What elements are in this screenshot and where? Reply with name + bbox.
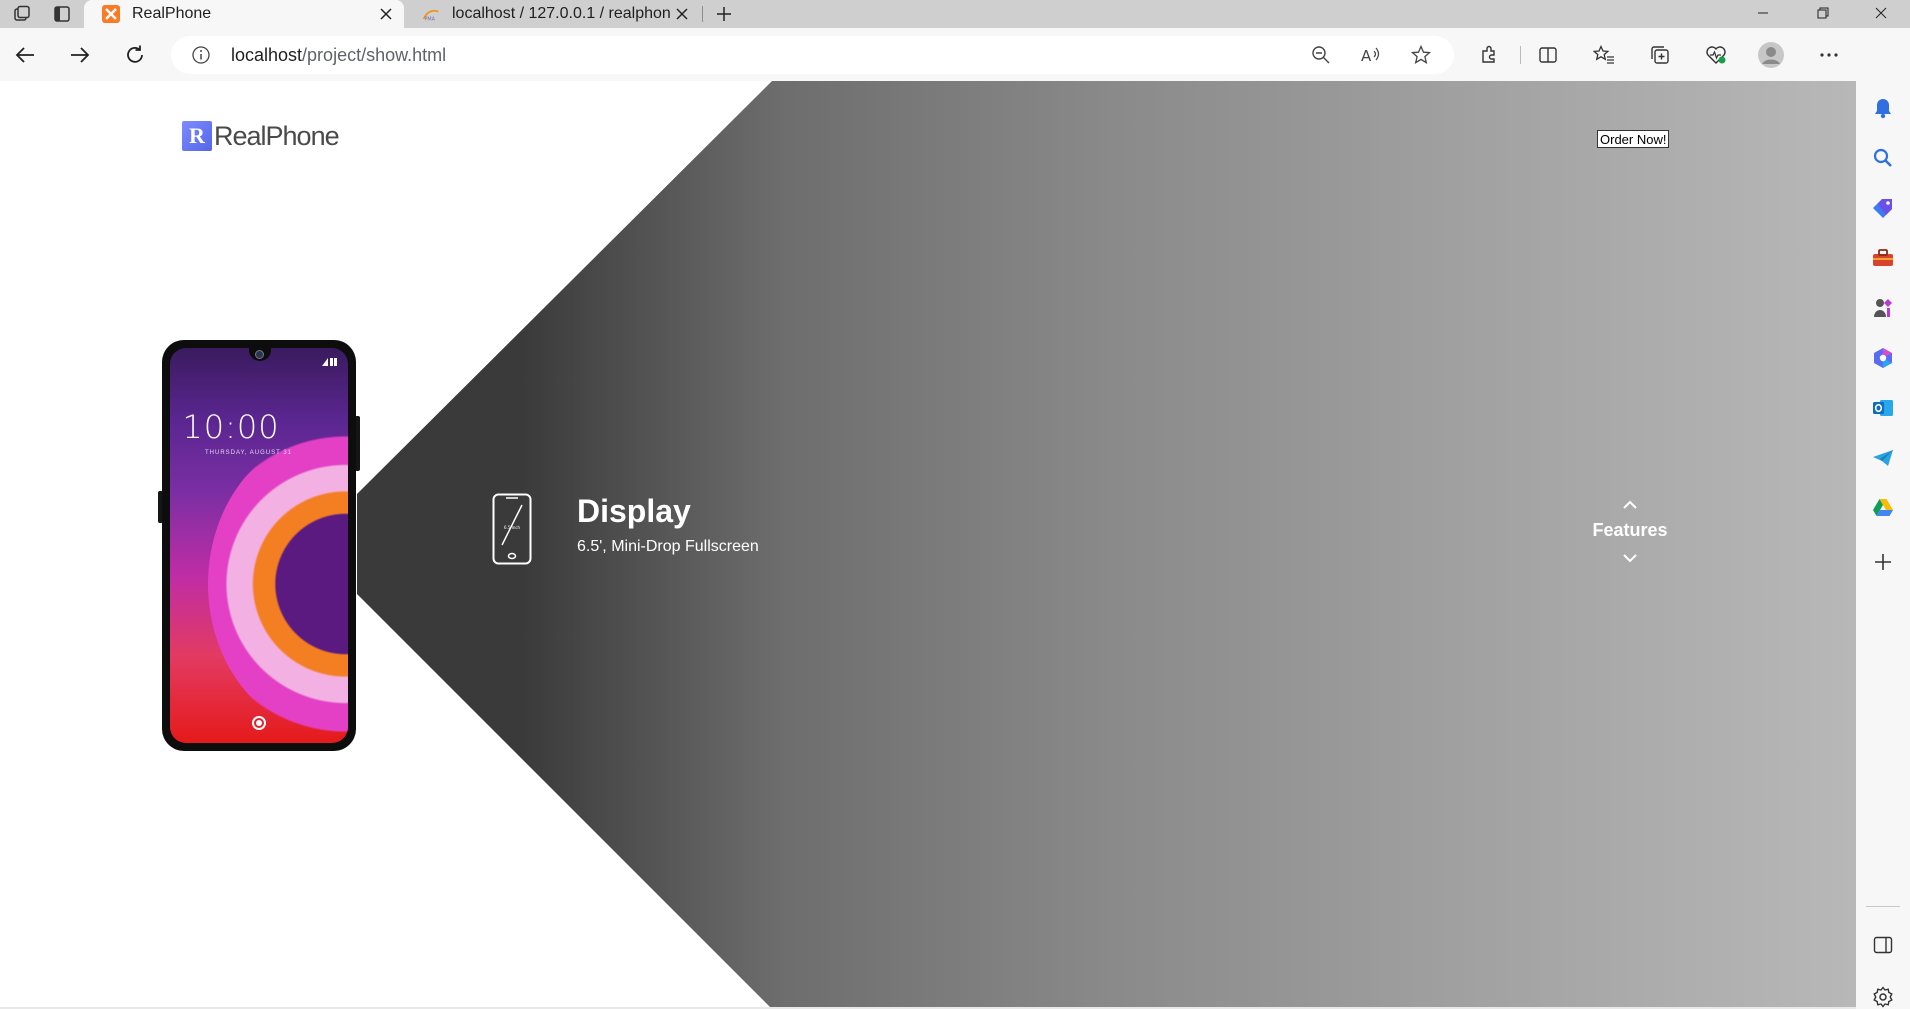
logo-text: RealPhone [214, 120, 340, 151]
minimize-icon[interactable] [1735, 0, 1791, 26]
search-icon[interactable] [1871, 146, 1895, 170]
svg-text:PMA: PMA [424, 17, 435, 23]
lockscreen-time: 10:00 [182, 408, 280, 446]
order-now-button[interactable]: Order Now! [1597, 130, 1670, 148]
tab-separator [702, 6, 703, 22]
features-label: Features [1592, 520, 1668, 540]
favorite-star-icon[interactable] [1409, 43, 1433, 67]
close-tab-icon[interactable] [374, 2, 398, 26]
tab-realphone[interactable]: RealPhone [84, 0, 404, 28]
workspaces-icon[interactable] [10, 2, 34, 26]
sidebar-divider [1866, 906, 1900, 907]
logo-mark: R [182, 121, 212, 151]
zoom-out-icon[interactable] [1309, 43, 1333, 67]
tab-phpmyadmin[interactable]: PMA localhost / 127.0.0.1 / realphone [404, 0, 700, 28]
settings-icon[interactable] [1871, 985, 1895, 1009]
address-bar: localhost/project/show.html A [0, 28, 1910, 81]
new-tab-icon[interactable] [712, 2, 736, 26]
page-viewport: R RealPhone Order Now! 10:00 THURSDAY, A… [0, 81, 1856, 1009]
collections-icon[interactable] [1646, 41, 1674, 69]
profile-icon[interactable] [1757, 41, 1785, 69]
url-box[interactable]: localhost/project/show.html A [171, 36, 1454, 74]
tools-icon[interactable] [1871, 246, 1895, 270]
url-path: /project/show.html [302, 45, 447, 65]
restore-icon[interactable] [1795, 0, 1851, 26]
favorites-icon[interactable] [1590, 41, 1618, 69]
tab-bar: RealPhone PMA localhost / 127.0.0.1 / re… [0, 0, 1910, 28]
chevron-down-icon[interactable] [1580, 547, 1680, 569]
telegram-icon[interactable] [1871, 446, 1895, 470]
refresh-icon[interactable] [120, 40, 150, 70]
sidebar-toggle-icon[interactable] [1871, 933, 1895, 957]
fingerprint-icon [252, 716, 266, 730]
shopping-icon[interactable] [1871, 196, 1895, 220]
url-text[interactable]: localhost/project/show.html [231, 45, 446, 66]
lockscreen-date: THURSDAY, AUGUST 31 [205, 450, 293, 456]
xampp-favicon-icon [102, 5, 120, 23]
phone-screen: 10:00 THURSDAY, AUGUST 31 [170, 348, 348, 743]
url-host: localhost [231, 45, 303, 65]
add-icon[interactable] [1871, 550, 1895, 574]
browser-essentials-icon[interactable] [1702, 41, 1730, 69]
tab-title: RealPhone [132, 5, 212, 22]
back-icon[interactable] [10, 40, 40, 70]
phpmyadmin-favicon-icon: PMA [422, 5, 440, 23]
forward-icon[interactable] [65, 40, 95, 70]
front-camera-icon [255, 350, 264, 359]
close-tab-icon[interactable] [670, 2, 694, 26]
site-info-icon[interactable] [189, 43, 213, 67]
more-icon[interactable] [1815, 41, 1843, 69]
smartphone-display-icon: 6.5 Inch [492, 493, 532, 565]
toolbar-divider [1520, 46, 1521, 64]
games-icon[interactable] [1871, 296, 1895, 320]
close-window-icon[interactable] [1853, 0, 1909, 26]
microsoft-365-icon[interactable] [1871, 346, 1895, 370]
signal-battery-icon [322, 358, 337, 366]
features-navigator: Features [1580, 494, 1680, 569]
outlook-icon[interactable] [1871, 396, 1895, 420]
tab-title: localhost / 127.0.0.1 / realphone [452, 5, 670, 22]
svg-text:A: A [1361, 47, 1372, 65]
chevron-up-icon[interactable] [1580, 494, 1680, 516]
notifications-icon[interactable] [1871, 96, 1895, 120]
drive-icon[interactable] [1871, 496, 1895, 520]
logo-letter: R [189, 123, 205, 148]
feature-title: Display [577, 493, 691, 529]
split-screen-icon[interactable] [1534, 41, 1562, 69]
wallpaper-arcs [208, 434, 348, 734]
edge-sidebar [1856, 28, 1910, 1009]
extensions-icon[interactable] [1475, 41, 1503, 69]
tab-actions-icon[interactable] [50, 2, 74, 26]
brand-logo[interactable]: R RealPhone [182, 120, 340, 152]
phone-image: 10:00 THURSDAY, AUGUST 31 [162, 340, 356, 751]
icon-inner-text: 6.5 Inch [504, 525, 521, 530]
read-aloud-icon[interactable]: A [1359, 43, 1383, 67]
feature-description: 6.5', Mini-Drop Fullscreen [577, 538, 759, 555]
